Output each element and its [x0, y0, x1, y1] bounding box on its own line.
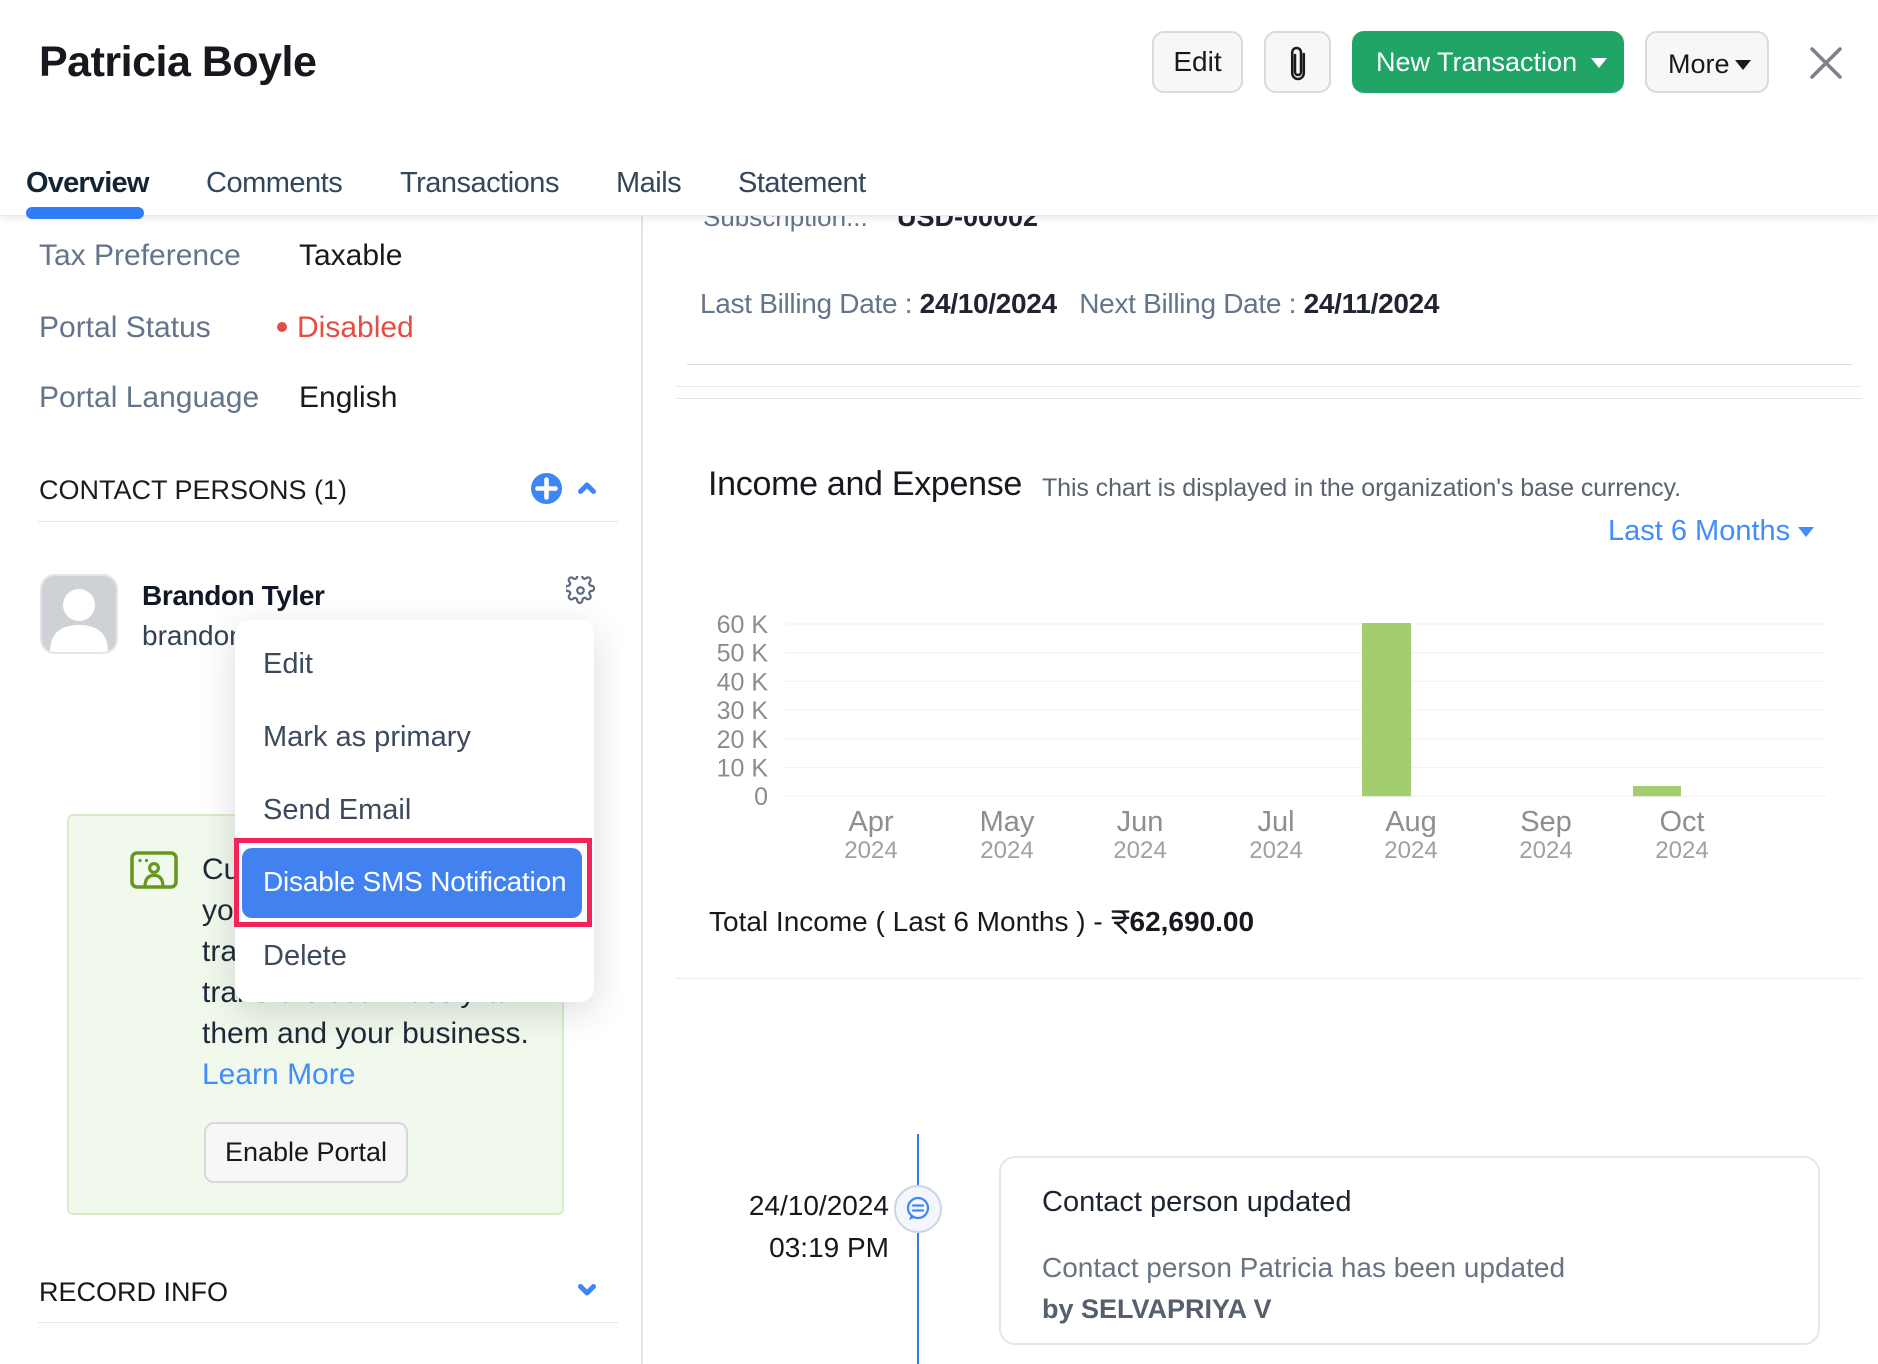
svg-text:10 K: 10 K — [717, 755, 769, 783]
svg-text:40 K: 40 K — [717, 668, 769, 696]
svg-text:30 K: 30 K — [717, 697, 769, 725]
svg-text:May: May — [980, 806, 1035, 838]
svg-text:2024: 2024 — [844, 837, 897, 864]
svg-text:20 K: 20 K — [717, 726, 769, 754]
svg-text:2024: 2024 — [1249, 837, 1302, 864]
svg-text:2024: 2024 — [1384, 837, 1437, 864]
svg-text:Jul: Jul — [1257, 806, 1294, 838]
svg-text:Jun: Jun — [1117, 806, 1164, 838]
svg-text:Apr: Apr — [848, 806, 893, 838]
svg-text:60 K: 60 K — [717, 611, 769, 639]
svg-text:50 K: 50 K — [717, 640, 769, 668]
svg-text:Aug: Aug — [1385, 806, 1437, 838]
svg-text:Oct: Oct — [1659, 806, 1704, 838]
svg-text:2024: 2024 — [1519, 837, 1572, 864]
svg-text:Sep: Sep — [1520, 806, 1572, 838]
svg-text:2024: 2024 — [980, 837, 1033, 864]
svg-text:0: 0 — [754, 783, 768, 811]
svg-text:2024: 2024 — [1113, 837, 1166, 864]
svg-text:2024: 2024 — [1655, 837, 1708, 864]
